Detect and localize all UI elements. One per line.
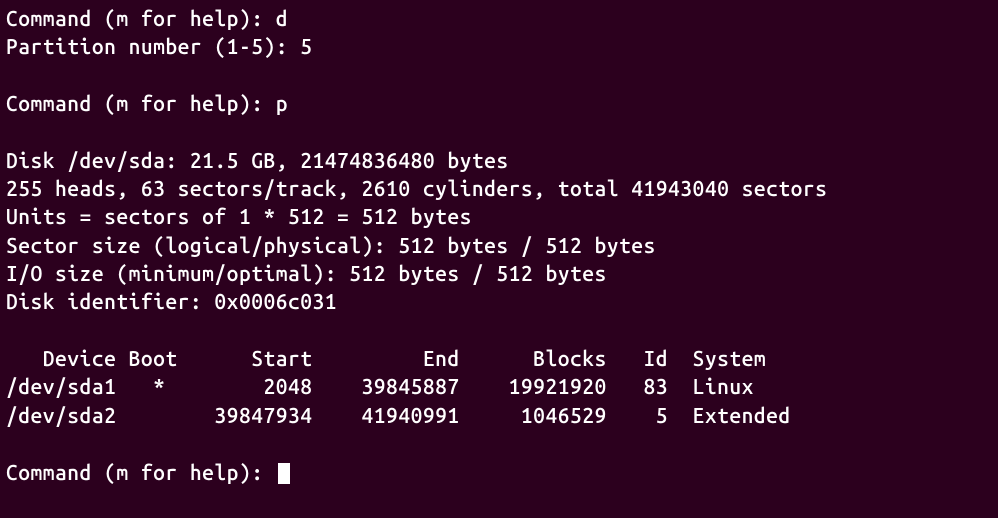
command-prompt: Command (m for help):	[6, 6, 276, 30]
partition-prompt-line: Partition number (1-5): 5	[6, 32, 992, 60]
partition-input[interactable]: 5	[300, 34, 312, 58]
partition-table-header: Device Boot Start End Blocks Id System	[6, 344, 992, 372]
blank-line	[6, 61, 992, 89]
blank-line	[6, 429, 992, 457]
io-size-line: I/O size (minimum/optimal): 512 bytes / …	[6, 259, 992, 287]
command-prompt-line-2: Command (m for help): p	[6, 89, 992, 117]
partition-table-row: /dev/sda2 39847934 41940991 1046529 5 Ex…	[6, 401, 992, 429]
command-input-2[interactable]: p	[276, 91, 288, 115]
partition-table-row: /dev/sda1 * 2048 39845887 19921920 83 Li…	[6, 372, 992, 400]
blank-line	[6, 316, 992, 344]
command-prompt-line-3: Command (m for help):	[6, 458, 992, 486]
disk-identifier-line: Disk identifier: 0x0006c031	[6, 287, 992, 315]
cursor-icon	[278, 463, 290, 484]
disk-units-line: Units = sectors of 1 * 512 = 512 bytes	[6, 202, 992, 230]
partition-prompt: Partition number (1-5):	[6, 34, 300, 58]
command-prompt-line-1: Command (m for help): d	[6, 4, 992, 32]
disk-geometry-line: 255 heads, 63 sectors/track, 2610 cylind…	[6, 174, 992, 202]
disk-info-line: Disk /dev/sda: 21.5 GB, 21474836480 byte…	[6, 146, 992, 174]
command-input-1[interactable]: d	[276, 6, 288, 30]
blank-line	[6, 117, 992, 145]
command-prompt: Command (m for help):	[6, 460, 276, 484]
command-prompt: Command (m for help):	[6, 91, 276, 115]
sector-size-line: Sector size (logical/physical): 512 byte…	[6, 231, 992, 259]
